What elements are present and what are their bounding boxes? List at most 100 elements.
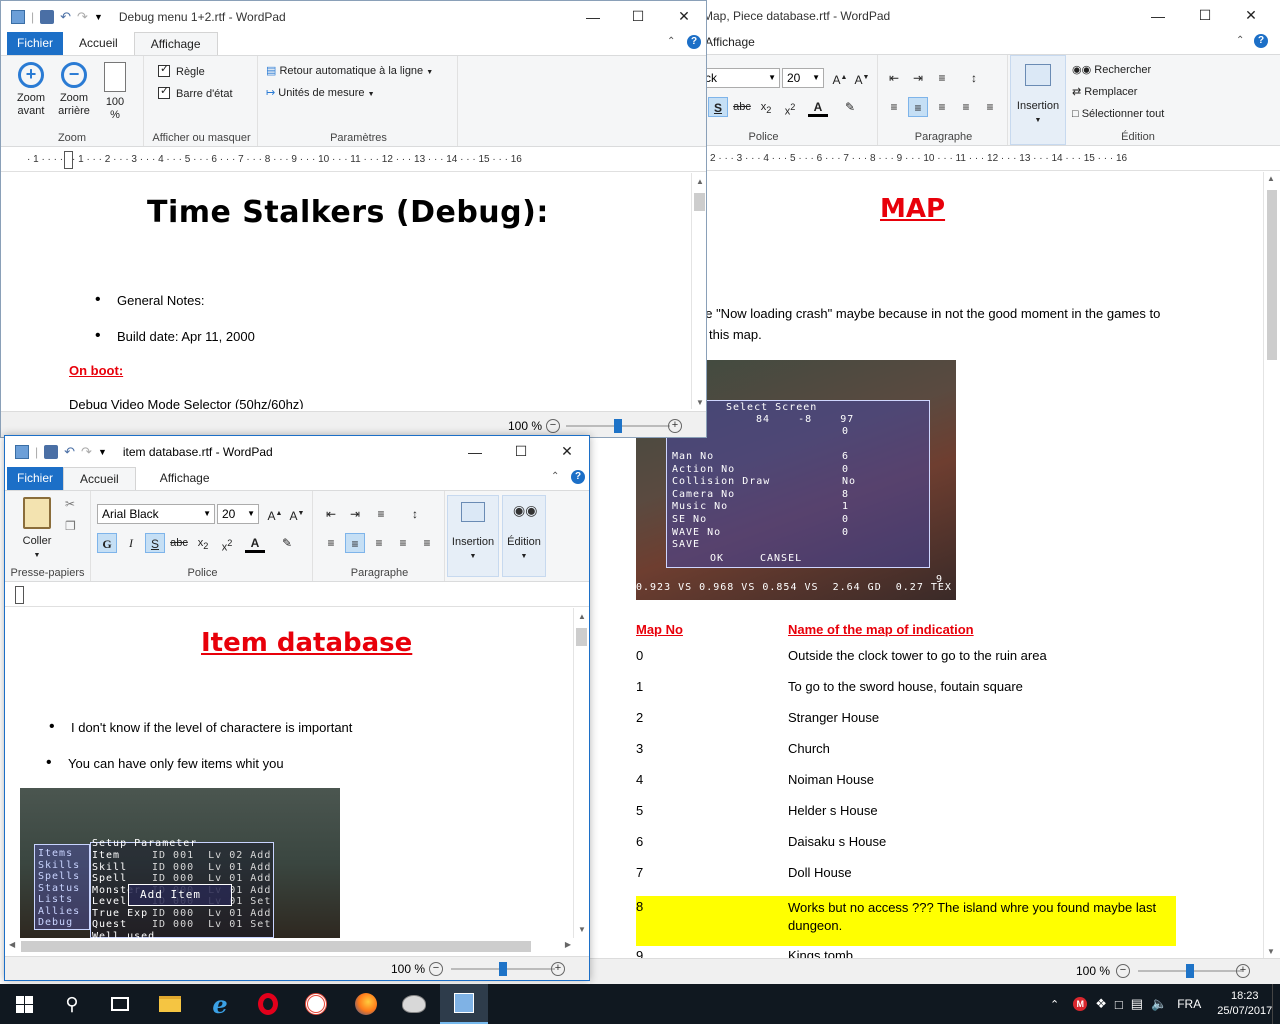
zoom-slider[interactable] — [451, 962, 555, 976]
minimize-button[interactable]: — — [452, 436, 498, 467]
align-center-icon[interactable]: ≡ — [345, 533, 365, 553]
subscript-icon[interactable]: x2 — [756, 97, 776, 117]
strikethrough-icon[interactable]: abc — [732, 97, 752, 117]
wordpad-window-debug[interactable]: | ↶ ↷ ▼ Debug menu 1+2.rtf - WordPad — ☐… — [0, 0, 707, 438]
vertical-scrollbar[interactable]: ▲ ▼ — [1263, 172, 1280, 958]
zoom-out-button[interactable]: − — [1116, 964, 1130, 978]
grow-font-icon[interactable]: A▲ — [830, 68, 850, 88]
maximize-button[interactable]: ☐ — [498, 436, 544, 467]
tab-affichage[interactable]: Affichage — [144, 467, 226, 490]
decrease-indent-icon[interactable]: ⇤ — [321, 504, 341, 524]
minimize-button[interactable]: — — [1135, 0, 1181, 31]
start-button[interactable] — [0, 984, 48, 1024]
justify-icon[interactable]: ≡ — [393, 533, 413, 553]
tab-fichier[interactable]: Fichier — [7, 467, 64, 490]
vertical-scrollbar[interactable]: ▲ ▼ — [573, 608, 589, 938]
copy-icon[interactable]: ❐ — [65, 519, 76, 533]
align-right-icon[interactable]: ≡ — [369, 533, 389, 553]
action-center-button[interactable] — [1272, 984, 1280, 1024]
align-right-icon[interactable]: ≡ — [932, 97, 952, 117]
scroll-thumb[interactable] — [576, 628, 587, 646]
mega-icon[interactable]: M — [1073, 997, 1088, 1011]
picture-icon[interactable] — [461, 502, 485, 522]
bullets-icon[interactable]: ≡ — [932, 68, 952, 88]
rechercher-button[interactable]: ◉◉ Rechercher — [1072, 64, 1151, 77]
remplacer-button[interactable]: ⇄ Remplacer — [1072, 86, 1137, 99]
line-spacing-icon[interactable]: ↕ — [964, 68, 984, 88]
collapse-ribbon-icon[interactable]: ⌃ — [551, 471, 559, 482]
unites-mesure-button[interactable]: ↦ Unités de mesure ▼ — [266, 87, 375, 101]
clock[interactable]: 18:23 25/07/2017 — [1217, 989, 1272, 1019]
dropbox-icon[interactable]: ❖ — [1095, 996, 1107, 1012]
collapse-ribbon-icon[interactable]: ⌃ — [1236, 35, 1244, 46]
increase-indent-icon[interactable]: ⇥ — [908, 68, 928, 88]
align-left-icon[interactable]: ≡ — [321, 533, 341, 553]
help-icon[interactable]: ? — [687, 35, 701, 49]
line-spacing-icon[interactable]: ↕ — [405, 504, 425, 524]
superscript-icon[interactable]: x2 — [780, 97, 800, 118]
retour-automatique-button[interactable]: ▤ Retour automatique à la ligne ▼ — [266, 65, 433, 79]
scroll-up-icon[interactable]: ▲ — [696, 177, 704, 186]
bullets-icon[interactable]: ≡ — [371, 504, 391, 524]
justify-icon[interactable]: ≡ — [956, 97, 976, 117]
maximize-button[interactable]: ☐ — [615, 1, 661, 32]
edition-button[interactable]: Édition — [503, 536, 545, 549]
italic-icon[interactable]: I — [121, 533, 141, 553]
scroll-down-icon[interactable]: ▼ — [1267, 947, 1275, 956]
superscript-icon[interactable]: x2 — [217, 533, 237, 554]
task-view-button[interactable] — [96, 984, 144, 1024]
show-hidden-icons[interactable]: ⌃ — [1050, 998, 1059, 1011]
regle-checkbox[interactable]: Règle — [158, 63, 205, 79]
help-icon[interactable]: ? — [1254, 34, 1268, 48]
font-name-combo[interactable]: ck ▼ — [700, 68, 780, 88]
indent-marker-icon[interactable] — [15, 586, 24, 604]
vertical-scrollbar[interactable]: ▲ ▼ — [691, 173, 706, 409]
scroll-right-icon[interactable]: ▶ — [565, 940, 571, 949]
save-icon[interactable] — [44, 444, 59, 459]
bold-icon[interactable]: G — [97, 533, 117, 553]
zoom-in-button[interactable]: + — [668, 419, 682, 433]
tab-accueil[interactable]: Accueil — [63, 32, 134, 55]
demul-button[interactable] — [292, 984, 340, 1024]
scroll-up-icon[interactable]: ▲ — [578, 612, 586, 621]
titlebar[interactable]: | ↶ ↷ ▼ item database.rtf - WordPad — ☐ … — [5, 436, 589, 467]
collapse-ribbon-icon[interactable]: ⌃ — [667, 36, 675, 47]
undo-icon[interactable]: ↶ — [60, 9, 71, 25]
paragraph-icon[interactable]: ≡ — [980, 97, 1000, 117]
horizontal-scrollbar[interactable]: ◀ ▶ — [5, 938, 573, 955]
maximize-button[interactable]: ☐ — [1182, 0, 1228, 31]
opera-button[interactable] — [244, 984, 292, 1024]
clipboard-icon[interactable] — [23, 497, 51, 529]
font-name-combo[interactable]: Arial Black ▼ — [97, 504, 215, 524]
selectionner-tout-button[interactable]: □ Sélectionner tout — [1072, 108, 1164, 121]
scroll-up-icon[interactable]: ▲ — [1267, 174, 1275, 183]
volume-icon[interactable]: 🔈 — [1151, 996, 1167, 1012]
minimize-button[interactable]: — — [570, 1, 616, 32]
wordpad-button[interactable] — [440, 984, 488, 1024]
shrink-font-icon[interactable]: A▼ — [287, 504, 307, 524]
zoom-in-button[interactable]: + — [1236, 964, 1250, 978]
zoom-slider-thumb[interactable] — [614, 419, 622, 433]
highlight-icon[interactable]: ✎ — [840, 97, 860, 117]
paragraph-icon[interactable]: ≡ — [417, 533, 437, 553]
save-icon[interactable] — [40, 9, 55, 24]
network-icon[interactable]: ▤ — [1131, 996, 1143, 1012]
cut-icon[interactable]: ✂ — [65, 497, 75, 511]
tab-fichier[interactable]: Fichier — [7, 32, 64, 55]
zoom-arriere-button[interactable]: − Zoom arrière — [53, 62, 95, 118]
tab-accueil[interactable]: Accueil — [63, 467, 136, 490]
subscript-icon[interactable]: x2 — [193, 533, 213, 553]
input-language[interactable]: FRA — [1177, 997, 1201, 1011]
coller-button[interactable]: Coller — [11, 535, 63, 548]
scroll-down-icon[interactable]: ▼ — [578, 925, 586, 934]
zoom-100-button[interactable]: 100 % — [99, 62, 131, 122]
shrink-font-icon[interactable]: A▼ — [852, 68, 872, 88]
internet-explorer-button[interactable]: e — [196, 984, 244, 1024]
insertion-button[interactable]: Insertion — [448, 536, 498, 549]
scroll-left-icon[interactable]: ◀ — [9, 940, 15, 949]
file-explorer-button[interactable] — [146, 984, 194, 1024]
indent-marker-icon[interactable] — [64, 151, 73, 169]
zoom-in-button[interactable]: + — [551, 962, 565, 976]
decrease-indent-icon[interactable]: ⇤ — [884, 68, 904, 88]
undo-icon[interactable]: ↶ — [64, 444, 75, 460]
